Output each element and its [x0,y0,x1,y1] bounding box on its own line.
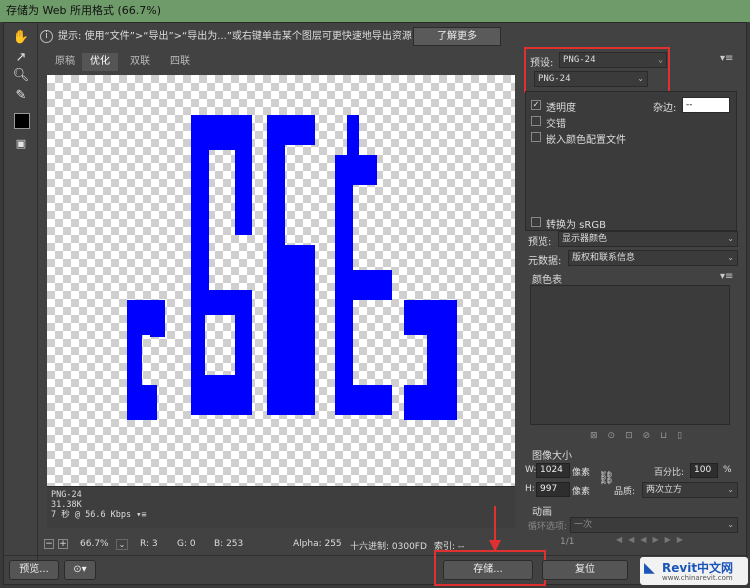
chevron-down-icon: ⌄ [727,520,734,529]
zoom-tool-icon[interactable]: 🔍︎ [10,67,32,85]
transparency-label: 透明度 [546,103,576,114]
status-alpha: Alpha: 255 [293,539,342,549]
loop-select[interactable]: 一次 ⌄ [570,517,738,533]
metadata-label: 元数据: [528,256,562,267]
optimize-menu-icon[interactable]: ▾≡ [720,53,733,64]
animation-title: 动画 [532,507,552,518]
status-g: G: 0 [177,539,196,549]
title-bar: 存储为 Web 所用格式 (66.7%) [0,0,750,22]
loop-label: 循环选项: [528,522,568,532]
zoom-in-icon[interactable]: + [58,539,68,549]
zoom-out-icon[interactable]: − [44,539,54,549]
convert-srgb-checkbox[interactable] [531,217,541,227]
preview-button[interactable]: 预览... [9,560,59,580]
slice-select-tool-icon[interactable]: ↗ [10,49,32,67]
status-b: B: 253 [214,539,244,549]
chevron-down-icon: ⌄ [727,234,734,243]
info-time: 7 秒 @ 56.6 Kbps [51,510,132,520]
preview-canvas[interactable] [47,75,515,486]
height-unit: 像素 [572,487,591,497]
frame-counter: 1/1 [560,537,575,547]
link-icon[interactable]: ⛓ [598,471,615,486]
info-size: 31.38K [51,500,82,510]
toggle-slices-icon[interactable]: ▣ [10,135,32,153]
interlaced-label: 交错 [546,119,566,130]
eyedropper-tool-icon[interactable]: ✎ [10,87,32,105]
quality-select[interactable]: 两次立方 ⌄ [642,482,738,498]
width-input[interactable]: 1024 [536,463,570,478]
preview-image [127,115,457,420]
info-menu-icon[interactable]: ▾≡ [136,510,146,520]
interlaced-checkbox[interactable] [531,116,541,126]
metadata-select[interactable]: 版权和联系信息 ⌄ [568,250,738,266]
chevron-down-icon: ⌄ [727,253,734,262]
reset-button[interactable]: 复位 [542,560,628,580]
height-label: H: [525,484,535,494]
tab-original[interactable]: 原稿 [48,53,82,71]
animation-controls[interactable]: ◀◀◀▶▶▶ [616,535,689,544]
width-label: W: [525,465,537,475]
tab-4-up[interactable]: 四联 [162,53,198,71]
watermark-url: www.chinarevit.com [662,574,733,582]
watermark: ◣ Revit中文网 www.chinarevit.com [640,557,748,585]
save-button[interactable]: 存储... [443,560,533,580]
chevron-down-icon: ⌄ [637,74,644,83]
tool-palette: ✋ ↗ 🔍︎ ✎ ▣ [4,23,38,563]
learn-more-button[interactable]: 了解更多 [413,27,501,46]
zoom-level[interactable]: 66.7% [80,539,109,549]
color-table-actions[interactable]: ⊠⊙⊡⊘⊔▯ [590,431,692,441]
convert-srgb-label: 转换为 sRGB [546,220,606,231]
height-input[interactable]: 997 [536,482,570,497]
chevron-down-icon: ⌄ [727,485,734,494]
image-size-title: 图像大小 [532,451,572,462]
browser-select-button[interactable]: ⊙▾ [64,560,96,580]
info-icon: i [40,29,53,43]
preview-mode-select[interactable]: 显示器颜色 ⌄ [558,231,738,247]
optimized-info: PNG-24 31.38K 7 秒 @ 56.6 Kbps ▾≡ [47,486,515,528]
format-select[interactable]: PNG-24 ⌄ [534,71,648,87]
chevron-down-icon: ⌄ [658,55,663,64]
hand-tool-icon[interactable]: ✋ [10,29,32,47]
tip-text: 提示: 使用“文件”>“导出”>“导出为...”或右键单击某个图层可更快速地导出… [58,31,412,42]
tab-optimized[interactable]: 优化 [82,53,118,71]
cscec-logo [127,115,457,420]
width-unit: 像素 [572,468,591,478]
embed-profile-checkbox[interactable] [531,132,541,142]
matte-select[interactable]: -- [682,97,730,113]
button-bar: 预览... ⊙▾ 存储... 复位 [4,506,748,586]
zoom-dropdown-icon[interactable]: ⌄ [116,539,128,550]
status-r: R: 3 [140,539,158,549]
percent-input[interactable]: 100 [690,463,718,478]
settings-panel: 预设: PNG-24 ⌄ ▾≡ PNG-24 ⌄ ✓ 透明度 杂边: -- 交错 嵌… [520,47,746,553]
red-arrow-annotation [489,506,501,552]
preset-label: 预设: [530,58,554,69]
window-title: 存储为 Web 所用格式 (66.7%) [6,4,161,17]
embed-profile-label: 嵌入颜色配置文件 [546,135,626,146]
color-table[interactable] [530,285,730,425]
transparency-checkbox[interactable]: ✓ [531,100,541,110]
matte-label: 杂边: [653,103,677,114]
color-table-title: 颜色表 [532,275,562,286]
percent-label: 百分比: [654,468,685,478]
watermark-logo-icon: ◣ [644,560,655,576]
preset-select[interactable]: PNG-24 ⌄ [559,52,667,68]
eyedropper-color-swatch[interactable] [14,113,30,129]
tab-2-up[interactable]: 双联 [122,53,158,71]
preview-mode-label: 预览: [528,237,552,248]
color-table-menu-icon[interactable]: ▾≡ [720,271,733,282]
dialog-window: ✋ ↗ 🔍︎ ✎ ▣ i 提示: 使用“文件”>“导出”>“导出为...”或右键单… [3,22,748,586]
quality-label: 品质: [614,487,636,497]
status-hex: 十六进制: 0300FD [350,542,427,552]
info-format: PNG-24 [51,490,82,500]
percent-unit: % [723,465,732,475]
tip-bar: i 提示: 使用“文件”>“导出”>“导出为...”或右键单击某个图层可更快速地导… [40,27,412,47]
